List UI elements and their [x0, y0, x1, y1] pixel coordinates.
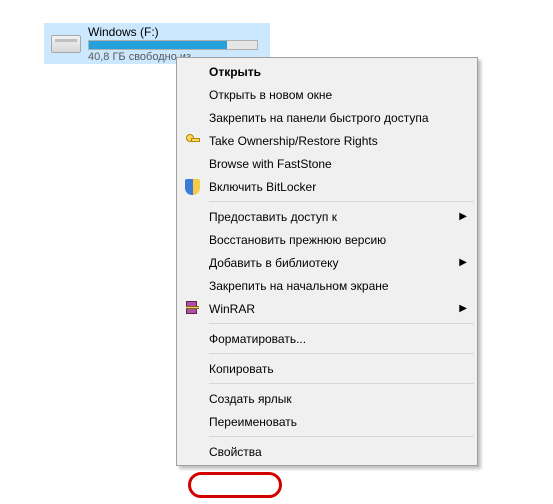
hard-drive-icon — [44, 23, 88, 64]
shield-icon — [185, 179, 200, 195]
menu-label: Закрепить на панели быстрого доступа — [209, 111, 429, 125]
menu-label: Форматировать... — [209, 332, 306, 346]
menu-rename[interactable]: Переименовать — [179, 410, 475, 433]
menu-label: Browse with FastStone — [209, 157, 332, 171]
menu-label: Копировать — [209, 362, 274, 376]
highlight-ring — [188, 472, 282, 498]
menu-label: Создать ярлык — [209, 392, 292, 406]
menu-separator — [209, 201, 474, 202]
menu-label: Открыть в новом окне — [209, 88, 332, 102]
chevron-right-icon: ▶ — [459, 257, 467, 268]
menu-label: Take Ownership/Restore Rights — [209, 134, 378, 148]
menu-bitlocker[interactable]: Включить BitLocker — [179, 175, 475, 198]
menu-restore-previous[interactable]: Восстановить прежнюю версию — [179, 228, 475, 251]
menu-take-ownership[interactable]: Take Ownership/Restore Rights — [179, 129, 475, 152]
menu-separator — [209, 353, 474, 354]
keys-icon — [186, 134, 200, 148]
menu-properties[interactable]: Свойства — [179, 440, 475, 463]
menu-open-new-window[interactable]: Открыть в новом окне — [179, 83, 475, 106]
menu-pin-quick-access[interactable]: Закрепить на панели быстрого доступа — [179, 106, 475, 129]
winrar-icon — [185, 301, 200, 316]
menu-separator — [209, 383, 474, 384]
menu-format[interactable]: Форматировать... — [179, 327, 475, 350]
menu-label: Восстановить прежнюю версию — [209, 233, 386, 247]
menu-pin-start[interactable]: Закрепить на начальном экране — [179, 274, 475, 297]
menu-label: Открыть — [209, 65, 261, 79]
menu-winrar[interactable]: WinRAR ▶ — [179, 297, 475, 320]
menu-add-to-library[interactable]: Добавить в библиотеку ▶ — [179, 251, 475, 274]
menu-separator — [209, 436, 474, 437]
menu-browse-faststone[interactable]: Browse with FastStone — [179, 152, 475, 175]
drive-capacity-fill — [89, 41, 227, 49]
menu-create-shortcut[interactable]: Создать ярлык — [179, 387, 475, 410]
menu-label: Закрепить на начальном экране — [209, 279, 389, 293]
drive-name: Windows (F:) — [88, 25, 270, 39]
menu-copy[interactable]: Копировать — [179, 357, 475, 380]
menu-label: WinRAR — [209, 302, 255, 316]
drive-capacity-bar — [88, 40, 258, 50]
menu-label: Добавить в библиотеку — [209, 256, 339, 270]
menu-open[interactable]: Открыть — [179, 60, 475, 83]
menu-label: Предоставить доступ к — [209, 210, 337, 224]
menu-label: Переименовать — [209, 415, 297, 429]
chevron-right-icon: ▶ — [459, 303, 467, 314]
menu-grant-access[interactable]: Предоставить доступ к ▶ — [179, 205, 475, 228]
menu-label: Свойства — [209, 445, 262, 459]
menu-label: Включить BitLocker — [209, 180, 316, 194]
menu-separator — [209, 323, 474, 324]
chevron-right-icon: ▶ — [459, 211, 467, 222]
context-menu: Открыть Открыть в новом окне Закрепить н… — [176, 57, 478, 466]
